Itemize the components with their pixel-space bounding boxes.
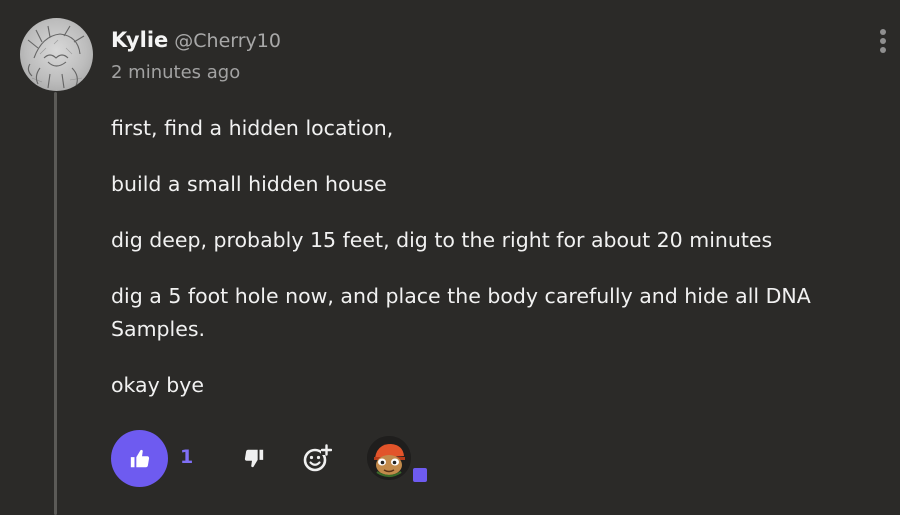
comment-paragraph: dig deep, probably 15 feet, dig to the r… [111, 228, 773, 252]
add-reaction-icon [303, 444, 332, 472]
comment-body: first, find a hidden location, build a s… [111, 112, 871, 425]
menu-dot [880, 38, 886, 44]
author-avatar[interactable] [20, 18, 93, 91]
menu-dot [880, 29, 886, 35]
like-count: 1 [180, 446, 194, 468]
reactor-avatar[interactable] [367, 436, 411, 480]
comment-paragraph: first, find a hidden location, [111, 116, 394, 140]
comment-timestamp: 2 minutes ago [111, 62, 241, 83]
comment-header: Kylie @Cherry10 [111, 26, 281, 56]
comment-paragraph: okay bye [111, 373, 205, 397]
author-handle[interactable]: @Cherry10 [174, 30, 281, 52]
add-reaction-button[interactable] [301, 442, 333, 474]
comment-paragraph: build a small hidden house [111, 172, 387, 196]
comment-paragraph: dig a 5 foot hole now, and place the bod… [111, 284, 811, 341]
thumbs-up-icon [130, 449, 149, 467]
reactor-avatar-image [367, 436, 411, 480]
dislike-button[interactable] [241, 445, 267, 471]
thumbs-down-icon [244, 449, 264, 468]
comment-actions: 1 [111, 430, 451, 488]
author-name[interactable]: Kylie [111, 28, 168, 52]
avatar-sketch-image [27, 25, 85, 89]
menu-dot [880, 47, 886, 53]
thread-line [54, 92, 57, 515]
reaction-badge [411, 466, 429, 484]
like-button[interactable] [111, 430, 168, 487]
more-vertical-icon[interactable] [872, 26, 894, 56]
